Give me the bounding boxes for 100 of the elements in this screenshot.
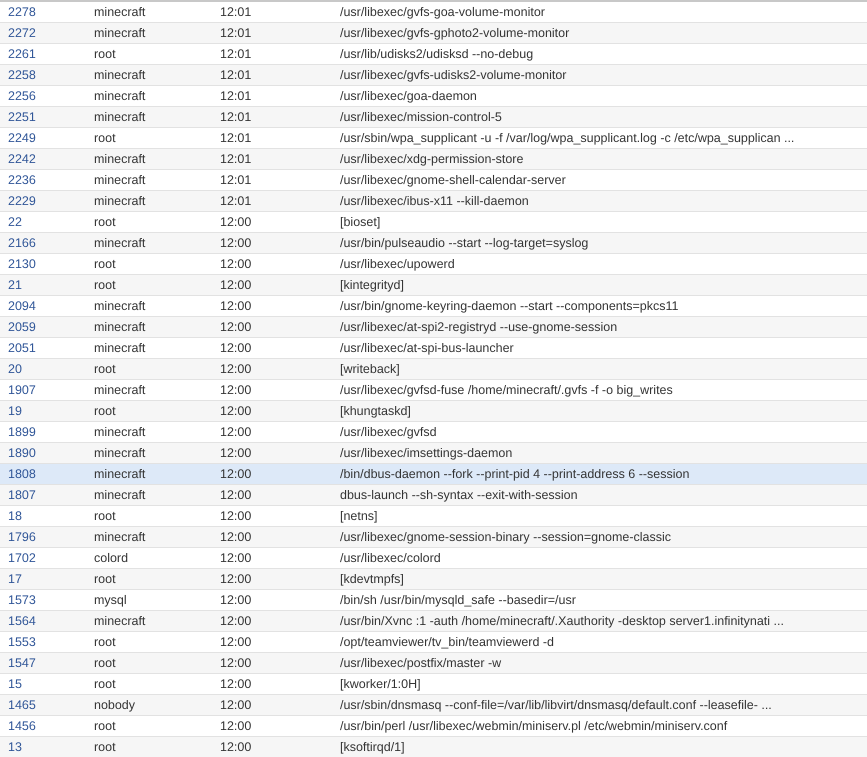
- process-row[interactable]: 1796 minecraft 12:00 /usr/libexec/gnome-session-binary --session=gnome-classic: [0, 527, 867, 548]
- pid-link[interactable]: 1456: [8, 719, 36, 733]
- process-row[interactable]: 2229 minecraft 12:01 /usr/libexec/ibus-x11 --kill-daemon: [0, 191, 867, 212]
- pid-link[interactable]: 22: [8, 215, 22, 229]
- process-row[interactable]: 13 root 12:00 [ksoftirqd/1]: [0, 737, 867, 757]
- time-cell-text: 12:01: [220, 68, 252, 82]
- pid-link[interactable]: 2278: [8, 5, 36, 19]
- pid-link[interactable]: 15: [8, 677, 22, 691]
- pid-link[interactable]: 2051: [8, 341, 36, 355]
- process-row[interactable]: 2059 minecraft 12:00 /usr/libexec/at-spi2-registryd --use-gnome-session: [0, 317, 867, 338]
- pid-link[interactable]: 17: [8, 572, 22, 586]
- command-cell-text: /opt/teamviewer/tv_bin/teamviewerd -d: [340, 635, 555, 649]
- command-cell-text: /usr/libexec/postfix/master -w: [340, 656, 502, 670]
- pid-link[interactable]: 20: [8, 362, 22, 376]
- pid-link[interactable]: 2272: [8, 26, 36, 40]
- pid-link[interactable]: 2242: [8, 152, 36, 166]
- process-row[interactable]: 20 root 12:00 [writeback]: [0, 359, 867, 380]
- pid-link[interactable]: 2258: [8, 68, 36, 82]
- pid-link[interactable]: 1702: [8, 551, 36, 565]
- user-cell-text: minecraft: [94, 194, 146, 208]
- pid-link[interactable]: 2261: [8, 47, 36, 61]
- command-cell-text: /bin/dbus-daemon --fork --print-pid 4 --print-address 6 --session: [340, 467, 690, 481]
- process-row[interactable]: 1890 minecraft 12:00 /usr/libexec/imsettings-daemon: [0, 443, 867, 464]
- command-cell-text: /usr/libexec/imsettings-daemon: [340, 446, 514, 460]
- pid-link[interactable]: 1808: [8, 467, 36, 481]
- pid-link[interactable]: 13: [8, 740, 22, 754]
- user-cell-text: root: [94, 362, 117, 376]
- pid-link[interactable]: 1573: [8, 593, 36, 607]
- process-row[interactable]: 21 root 12:00 [kintegrityd]: [0, 275, 867, 296]
- process-row[interactable]: 2258 minecraft 12:01 /usr/libexec/gvfs-udisks2-volume-monitor: [0, 65, 867, 86]
- process-row[interactable]: 17 root 12:00 [kdevtmpfs]: [0, 569, 867, 590]
- pid-link[interactable]: 2256: [8, 89, 36, 103]
- command-cell-text: /usr/lib/udisks2/udisksd --no-debug: [340, 47, 534, 61]
- pid-link[interactable]: 2094: [8, 299, 36, 313]
- time-cell-text: 12:00: [220, 425, 252, 439]
- user-cell-text: root: [94, 656, 117, 670]
- command-cell-text: [kworker/1:0H]: [340, 677, 422, 691]
- command-cell-text: dbus-launch --sh-syntax --exit-with-session: [340, 488, 579, 502]
- command-cell-text: [ksoftirqd/1]: [340, 740, 406, 754]
- user-cell-text: root: [94, 404, 117, 418]
- pid-link[interactable]: 2166: [8, 236, 36, 250]
- command-cell-text: /usr/bin/gnome-keyring-daemon --start --components=pkcs11: [340, 299, 680, 313]
- pid-link[interactable]: 2251: [8, 110, 36, 124]
- process-row[interactable]: 1564 minecraft 12:00 /usr/bin/Xvnc :1 -auth /home/minecraft/.Xauthority -desktop server1.infinitynati ...: [0, 611, 867, 632]
- pid-link[interactable]: 2236: [8, 173, 36, 187]
- process-row[interactable]: 1807 minecraft 12:00 dbus-launch --sh-syntax --exit-with-session: [0, 485, 867, 506]
- user-cell-text: minecraft: [94, 299, 146, 313]
- time-cell-text: 12:00: [220, 383, 252, 397]
- user-cell-text: minecraft: [94, 110, 146, 124]
- user-cell-text: root: [94, 47, 117, 61]
- pid-link[interactable]: 1553: [8, 635, 36, 649]
- pid-link[interactable]: 18: [8, 509, 22, 523]
- time-cell-text: 12:01: [220, 194, 252, 208]
- user-cell-text: root: [94, 215, 117, 229]
- command-cell-text: /usr/libexec/gnome-session-binary --session=gnome-classic: [340, 530, 672, 544]
- time-cell-text: 12:01: [220, 152, 252, 166]
- command-cell-text: /usr/sbin/wpa_supplicant -u -f /var/log/wpa_supplicant.log -c /etc/wpa_supplican ...: [340, 131, 796, 145]
- time-cell-text: 12:00: [220, 614, 252, 628]
- user-cell-text: minecraft: [94, 5, 146, 19]
- pid-link[interactable]: 2130: [8, 257, 36, 271]
- pid-link[interactable]: 21: [8, 278, 22, 292]
- process-row[interactable]: 2251 minecraft 12:01 /usr/libexec/mission-control-5: [0, 107, 867, 128]
- pid-link[interactable]: 2229: [8, 194, 36, 208]
- command-cell-text: /usr/libexec/upowerd: [340, 257, 456, 271]
- user-cell-text: minecraft: [94, 152, 146, 166]
- command-cell-text: /usr/libexec/gvfs-goa-volume-monitor: [340, 5, 546, 19]
- pid-link[interactable]: 1564: [8, 614, 36, 628]
- command-cell-text: /usr/libexec/gvfs-udisks2-volume-monitor: [340, 68, 568, 82]
- process-row[interactable]: 2166 minecraft 12:00 /usr/bin/pulseaudio --start --log-target=syslog: [0, 233, 867, 254]
- process-row[interactable]: 1808 minecraft 12:00 /bin/dbus-daemon --fork --print-pid 4 --print-address 6 --session: [0, 464, 867, 485]
- user-cell-text: minecraft: [94, 173, 146, 187]
- pid-link[interactable]: 1796: [8, 530, 36, 544]
- pid-link[interactable]: 1899: [8, 425, 36, 439]
- user-cell-text: minecraft: [94, 89, 146, 103]
- process-row[interactable]: 19 root 12:00 [khungtaskd]: [0, 401, 867, 422]
- pid-link[interactable]: 1807: [8, 488, 36, 502]
- pid-link[interactable]: 1907: [8, 383, 36, 397]
- process-row[interactable]: 2242 minecraft 12:01 /usr/libexec/xdg-permission-store: [0, 149, 867, 170]
- pid-link[interactable]: 2059: [8, 320, 36, 334]
- time-cell-text: 12:01: [220, 131, 252, 145]
- user-cell-text: minecraft: [94, 341, 146, 355]
- pid-link[interactable]: 1547: [8, 656, 36, 670]
- user-cell-text: minecraft: [94, 425, 146, 439]
- command-cell-text: [bioset]: [340, 215, 382, 229]
- process-row[interactable]: 1547 root 12:00 /usr/libexec/postfix/master -w: [0, 653, 867, 674]
- time-cell-text: 12:00: [220, 740, 252, 754]
- command-cell-text: [kintegrityd]: [340, 278, 405, 292]
- time-cell-text: 12:00: [220, 467, 252, 481]
- pid-link[interactable]: 2249: [8, 131, 36, 145]
- pid-link[interactable]: 19: [8, 404, 22, 418]
- user-cell-text: root: [94, 677, 117, 691]
- command-cell-text: /usr/libexec/gvfsd-fuse /home/minecraft/.gvfs -f -o big_writes: [340, 383, 674, 397]
- pid-link[interactable]: 1465: [8, 698, 36, 712]
- pid-link[interactable]: 1890: [8, 446, 36, 460]
- process-row[interactable]: 1465 nobody 12:00 /usr/sbin/dnsmasq --conf-file=/var/lib/libvirt/dnsmasq/default.conf --leasefile- ...: [0, 695, 867, 716]
- command-cell-text: /usr/libexec/mission-control-5: [340, 110, 503, 124]
- time-cell-text: 12:00: [220, 299, 252, 313]
- process-row[interactable]: 2272 minecraft 12:01 /usr/libexec/gvfs-gphoto2-volume-monitor: [0, 23, 867, 44]
- time-cell-text: 12:00: [220, 278, 252, 292]
- user-cell-text: mysql: [94, 593, 128, 607]
